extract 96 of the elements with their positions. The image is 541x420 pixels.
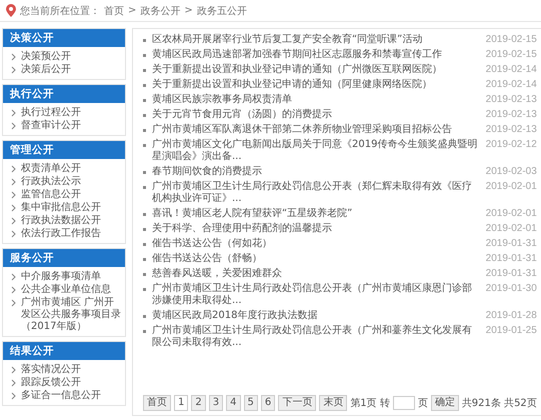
sidebar-link[interactable]: 跟踪反馈公开: [21, 376, 81, 388]
sidebar-link[interactable]: 监管信息公开: [21, 188, 81, 200]
sidebar-link[interactable]: 行政执法数据公开: [21, 214, 101, 226]
article-date: 2019-01-28: [486, 310, 537, 322]
sidebar-link[interactable]: 决策预公开: [21, 50, 71, 62]
sidebar-link[interactable]: 行政执法公示: [21, 176, 81, 188]
page-button[interactable]: 5: [244, 395, 258, 411]
breadcrumb-link[interactable]: 首页: [104, 4, 124, 18]
bullet-icon: [143, 114, 146, 117]
page-button[interactable]: 2: [191, 395, 206, 411]
sidebar-link[interactable]: 多证合一信息公开: [21, 390, 101, 402]
sidebar-link[interactable]: 中介服务事项清单: [21, 270, 101, 282]
bullet-icon: [143, 213, 146, 216]
article-link[interactable]: 春节期间饮食的消费提示: [152, 166, 480, 178]
article-date: 2019-01-25: [486, 325, 537, 337]
bullet-icon: [143, 243, 146, 246]
article-link[interactable]: 广州市黄埔区军队离退休干部第二休养所物业管理采购项目招标公告: [152, 124, 480, 136]
sidebar-link[interactable]: 集中审批信息公开: [21, 202, 101, 214]
bullet-icon: [143, 144, 146, 147]
article-link[interactable]: 关于元宵节食用元宵（汤圆）的消费提示: [152, 109, 480, 121]
total-count-text: 共921条 共52页: [462, 396, 537, 410]
article-date: 2019-02-12: [486, 139, 537, 151]
sidebar-link[interactable]: 广州市黄埔区 广州开发区公共服务事项目录（2017年版）: [21, 296, 121, 332]
article-link[interactable]: 黄埔区民政局迅速部署加强春节期间社区志愿服务和禁毒宣传工作: [152, 49, 480, 61]
article-date: 2019-02-01: [486, 181, 537, 193]
article-link[interactable]: 黄埔区民族宗教事务局权责清单: [152, 94, 480, 106]
article-date: 2019-02-01: [486, 208, 537, 220]
page-button[interactable]: 3: [208, 395, 224, 411]
next-page-button[interactable]: 下一页: [278, 395, 316, 411]
article-link[interactable]: 区农林局开展屠宰行业节后复工复产安全教育“同堂听课”活动: [152, 34, 480, 46]
article-date: 2019-02-01: [486, 223, 537, 235]
bullet-icon: [143, 288, 146, 291]
bullet-icon: [143, 330, 146, 333]
breadcrumb-separator: >: [128, 5, 136, 16]
confirm-button[interactable]: 确定: [430, 395, 459, 411]
article-link[interactable]: 广州市黄埔区卫生计生局行政处罚信息公开表（广州市黄埔区康恩门诊部涉嫌使用未取得处...: [152, 283, 480, 307]
sidebar-link[interactable]: 公共企事业单位信息: [21, 284, 111, 296]
bullet-icon: [143, 186, 146, 189]
bullet-icon: [143, 69, 146, 72]
bullet-icon: [143, 99, 146, 102]
sidebar-heading: 结果公开: [3, 342, 125, 360]
bullet-icon: [143, 258, 146, 261]
article-date: 2019-02-13: [486, 94, 537, 106]
article-date: 2019-01-31: [486, 238, 537, 250]
article-link[interactable]: 关于重新提出设置和执业登记申请的通知（广州微医互联网医院）: [152, 64, 480, 76]
article-link[interactable]: 催告书送达公告（舒畅）: [152, 253, 480, 265]
article-date: 2019-01-31: [486, 253, 537, 265]
breadcrumb-link[interactable]: 政务五公开: [196, 4, 247, 18]
breadcrumb-label: 您当前所在位置：: [20, 4, 100, 18]
sidebar-link[interactable]: 权责清单公开: [21, 162, 81, 174]
article-link[interactable]: 广州市黄埔区卫生计生局行政处罚信息公开表（郑仁辉未取得有效《医疗机构执业许可证》...: [152, 181, 480, 205]
sidebar-link[interactable]: 执行过程公开: [21, 106, 81, 118]
article-link[interactable]: 催告书送达公告（何如花）: [152, 238, 480, 250]
last-page-button[interactable]: 末页: [319, 395, 348, 411]
bullet-icon: [143, 54, 146, 57]
article-date: 2019-02-14: [486, 79, 537, 91]
article-link[interactable]: 关于重新提出设置和执业登记申请的通知（阿里健康网络医院）: [152, 79, 480, 91]
article-link[interactable]: 黄埔区民政局2018年度行政执法数据: [152, 310, 480, 322]
sidebar-heading: 管理公开: [3, 141, 125, 159]
page-button[interactable]: 1: [174, 395, 188, 411]
location-pin-icon: [6, 4, 16, 17]
article-link[interactable]: 关于科学、合理使用中药配剂的温馨提示: [152, 223, 480, 235]
first-page-button[interactable]: 首页: [143, 395, 171, 411]
bullet-icon: [143, 39, 146, 42]
sidebar-link[interactable]: 督查审计公开: [21, 120, 81, 132]
article-date: 2019-01-30: [486, 283, 537, 295]
sidebar-link[interactable]: 决策后公开: [21, 64, 71, 76]
breadcrumb-separator: >: [184, 5, 193, 16]
article-date: 2019-02-03: [486, 166, 537, 178]
bullet-icon: [143, 273, 146, 276]
article-date: 2019-02-14: [486, 64, 537, 76]
sidebar-link[interactable]: 落实情况公开: [21, 364, 81, 376]
bullet-icon: [143, 84, 146, 87]
sidebar-heading: 执行公开: [3, 85, 125, 103]
page-button[interactable]: 6: [260, 395, 276, 411]
sidebar-heading: 服务公开: [3, 249, 125, 267]
article-date: 2019-01-31: [486, 268, 537, 280]
page-button[interactable]: 4: [226, 395, 240, 411]
article-link[interactable]: 喜讯！黄埔区老人院有望获评“五星级养老院”: [152, 208, 480, 220]
article-link[interactable]: 慈善春风送暖，关爱困难群众: [152, 268, 480, 280]
bullet-icon: [143, 129, 146, 132]
article-date: 2019-02-15: [486, 34, 537, 46]
current-page-text: 第1页 转: [350, 397, 390, 410]
page-unit-text: 页: [418, 397, 428, 410]
sidebar-heading: 决策公开: [3, 29, 125, 47]
article-date: 2019-02-15: [486, 49, 537, 61]
bullet-icon: [143, 228, 146, 231]
bullet-icon: [143, 171, 146, 174]
page-number-field[interactable]: [392, 396, 415, 410]
breadcrumb-link[interactable]: 政务公开: [140, 4, 180, 18]
sidebar-link[interactable]: 依法行政工作报告: [21, 228, 101, 240]
article-date: 2019-02-13: [486, 124, 537, 136]
article-link[interactable]: 广州市黄埔区卫生计生局行政处罚信息公开表（广州和薹养生文化发展有限公司未取得有效...: [152, 325, 480, 349]
bullet-icon: [143, 315, 146, 318]
article-date: 2019-02-13: [486, 109, 537, 121]
article-link[interactable]: 广州市黄埔区文化广电新闻出版局关于同意《2019传奇今生颁奖盛典暨明星演唱会》演出备...: [152, 139, 480, 163]
